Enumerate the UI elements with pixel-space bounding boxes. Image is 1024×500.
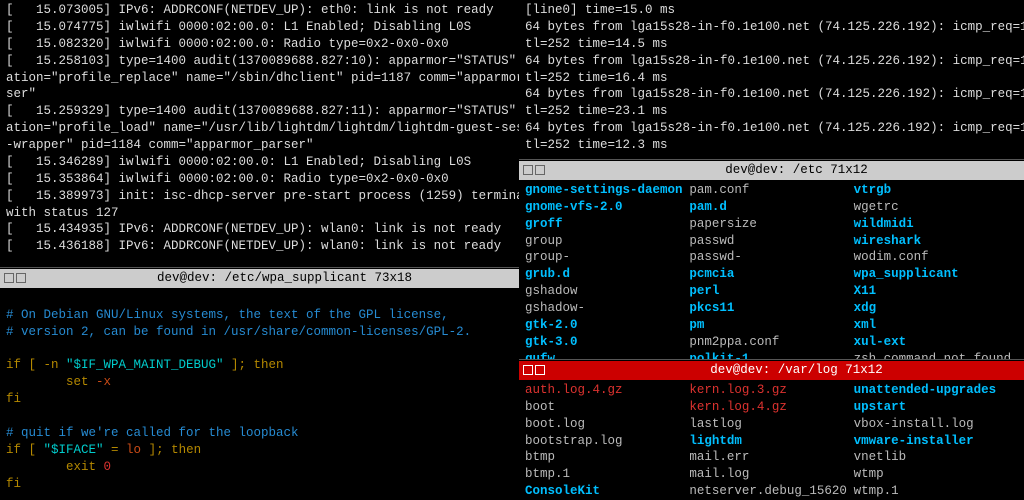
- list-item: btmp: [525, 449, 689, 466]
- list-item: papersize: [689, 216, 853, 233]
- list-item: X11: [854, 283, 1018, 300]
- list-item: wtmp.1: [854, 483, 1018, 500]
- list-item: group: [525, 233, 689, 250]
- list-item: kern.log.3.gz: [689, 382, 853, 399]
- etc-titlebar: dev@dev: /etc 71x12: [519, 160, 1024, 180]
- log-titlebar: dev@dev: /var/log 71x12: [519, 360, 1024, 380]
- pane-icon: [535, 365, 545, 375]
- pane-icon: [16, 273, 26, 283]
- etc-title: dev@dev: /etc 71x12: [569, 162, 1024, 179]
- list-item: mail.err: [689, 449, 853, 466]
- wpa-output: # On Debian GNU/Linux systems, the text …: [0, 288, 519, 500]
- list-item: passwd: [689, 233, 853, 250]
- list-item: grub.d: [525, 266, 689, 283]
- ping-output: [line0] time=15.0 ms 64 bytes from lga15…: [519, 0, 1024, 156]
- list-item: bootstrap.log: [525, 433, 689, 450]
- dmesg-output: [ 15.073005] IPv6: ADDRCONF(NETDEV_UP): …: [0, 0, 519, 257]
- pane-icon: [523, 165, 533, 175]
- list-item: pam.conf: [689, 182, 853, 199]
- list-item: upstart: [854, 399, 1018, 416]
- list-item: pm: [689, 317, 853, 334]
- list-item: xul-ext: [854, 334, 1018, 351]
- list-item: btmp.1: [525, 466, 689, 483]
- list-item: gtk-3.0: [525, 334, 689, 351]
- list-item: vmware-installer: [854, 433, 1018, 450]
- wpa-title: dev@dev: /etc/wpa_supplicant 73x18: [50, 270, 519, 287]
- list-item: vtrgb: [854, 182, 1018, 199]
- list-item: groff: [525, 216, 689, 233]
- list-item: boot.log: [525, 416, 689, 433]
- list-item: ConsoleKit: [525, 483, 689, 500]
- dmesg-pane[interactable]: [ 15.073005] IPv6: ADDRCONF(NETDEV_UP): …: [0, 0, 519, 268]
- wpa-titlebar: dev@dev: /etc/wpa_supplicant 73x18: [0, 268, 519, 288]
- list-item: xdg: [854, 300, 1018, 317]
- list-item: wodim.conf: [854, 249, 1018, 266]
- list-item: lastlog: [689, 416, 853, 433]
- list-item: polkit-1: [689, 351, 853, 360]
- list-item: gtk-2.0: [525, 317, 689, 334]
- list-item: pcmcia: [689, 266, 853, 283]
- etc-ls: gnome-settings-daemongnome-vfs-2.0groffg…: [519, 180, 1024, 360]
- list-item: vbox-install.log: [854, 416, 1018, 433]
- list-item: wireshark: [854, 233, 1018, 250]
- list-item: pkcs11: [689, 300, 853, 317]
- list-item: wgetrc: [854, 199, 1018, 216]
- list-item: wtmp: [854, 466, 1018, 483]
- ping-pane[interactable]: [line0] time=15.0 ms 64 bytes from lga15…: [519, 0, 1024, 160]
- pane-icon: [523, 365, 533, 375]
- list-item: gshadow: [525, 283, 689, 300]
- left-column: [ 15.073005] IPv6: ADDRCONF(NETDEV_UP): …: [0, 0, 519, 500]
- list-item: lightdm: [689, 433, 853, 450]
- pane-icon: [535, 165, 545, 175]
- list-item: netserver.debug_15620: [689, 483, 853, 500]
- list-item: gshadow-: [525, 300, 689, 317]
- list-item: unattended-upgrades: [854, 382, 1018, 399]
- pane-icon: [4, 273, 14, 283]
- list-item: mail.log: [689, 466, 853, 483]
- list-item: gnome-settings-daemon: [525, 182, 689, 199]
- list-item: gnome-vfs-2.0: [525, 199, 689, 216]
- log-title: dev@dev: /var/log 71x12: [569, 362, 1024, 379]
- log-ls: auth.log.4.gzbootboot.logbootstrap.logbt…: [519, 380, 1024, 500]
- wpa-pane[interactable]: dev@dev: /etc/wpa_supplicant 73x18 # On …: [0, 268, 519, 500]
- list-item: wpa_supplicant: [854, 266, 1018, 283]
- list-item: zsh_command_not_found: [854, 351, 1018, 360]
- list-item: vnetlib: [854, 449, 1018, 466]
- list-item: auth.log.4.gz: [525, 382, 689, 399]
- list-item: xml: [854, 317, 1018, 334]
- log-pane[interactable]: dev@dev: /var/log 71x12 auth.log.4.gzboo…: [519, 360, 1024, 500]
- list-item: pam.d: [689, 199, 853, 216]
- list-item: passwd-: [689, 249, 853, 266]
- list-item: gufw: [525, 351, 689, 360]
- list-item: pnm2ppa.conf: [689, 334, 853, 351]
- right-column: [line0] time=15.0 ms 64 bytes from lga15…: [519, 0, 1024, 500]
- list-item: group-: [525, 249, 689, 266]
- list-item: wildmidi: [854, 216, 1018, 233]
- list-item: boot: [525, 399, 689, 416]
- list-item: kern.log.4.gz: [689, 399, 853, 416]
- etc-pane[interactable]: dev@dev: /etc 71x12 gnome-settings-daemo…: [519, 160, 1024, 360]
- list-item: perl: [689, 283, 853, 300]
